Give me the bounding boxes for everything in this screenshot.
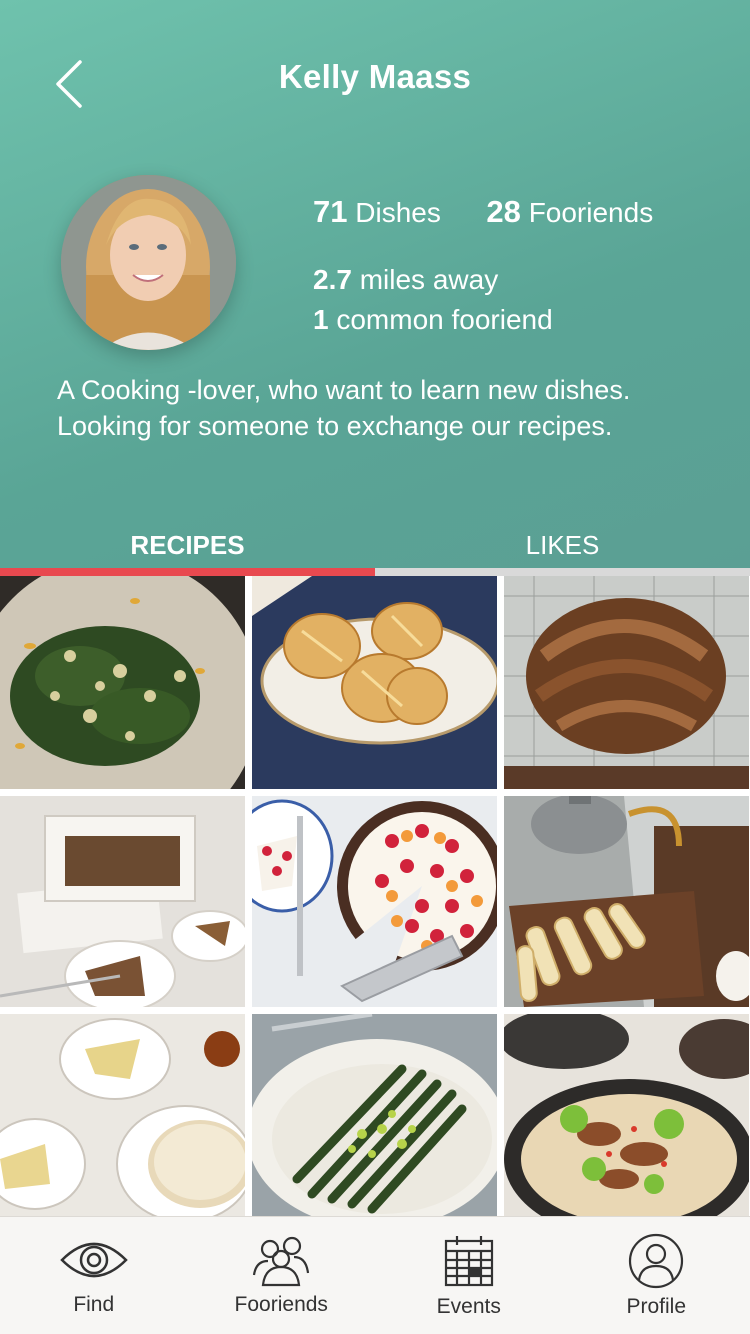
dishes-count: 71 <box>313 194 348 229</box>
recipe-tile-lemon-tart[interactable] <box>0 1014 245 1223</box>
fooriends-count: 28 <box>486 194 521 229</box>
eye-icon <box>59 1242 128 1278</box>
recipe-tile-berry-tart[interactable] <box>252 796 497 1007</box>
bio-line-1: A Cooking -lover, who want to learn new … <box>57 375 631 405</box>
nav-profile-label: Profile <box>626 1295 687 1318</box>
bio-line-2: Looking for someone to exchange our reci… <box>57 411 613 441</box>
tab-indicator <box>0 568 750 576</box>
calendar-icon <box>444 1236 493 1287</box>
tab-likes[interactable]: LIKES <box>375 524 750 568</box>
active-tab-bar <box>0 568 375 576</box>
recipe-tile-hasselback-potatoes[interactable] <box>252 576 497 789</box>
nav-events-label: Events <box>436 1295 501 1318</box>
recipe-tile-asparagus[interactable] <box>252 1014 497 1223</box>
recipe-tile-kale-salad[interactable] <box>0 576 245 789</box>
recipe-tile-wafer-cookies[interactable] <box>504 796 749 1007</box>
recipe-tile-babka[interactable] <box>504 576 749 789</box>
page-title: Kelly Maass <box>278 58 472 95</box>
distance-info: 2.7 miles away <box>313 264 498 296</box>
nav-find-label: Find <box>73 1293 115 1316</box>
recipe-tile-loaf-cake[interactable] <box>0 796 245 1007</box>
recipe-tile-mushroom-bowl[interactable] <box>504 1014 749 1223</box>
dishes-label: Dishes <box>355 197 441 228</box>
people-icon <box>253 1236 310 1287</box>
bottom-nav: Find Fooriends Events Profile <box>0 1216 750 1334</box>
nav-find[interactable]: Find <box>0 1217 188 1334</box>
nav-events[interactable]: Events <box>375 1217 563 1334</box>
distance-value: 2.7 <box>313 264 352 295</box>
nav-fooriends[interactable]: Fooriends <box>188 1217 376 1334</box>
fooriends-label: Fooriends <box>528 197 654 228</box>
common-fooriend-info: 1 common fooriend <box>313 304 553 336</box>
tab-recipes[interactable]: RECIPES <box>0 524 375 568</box>
avatar <box>61 175 236 350</box>
tab-bar: RECIPES LIKES <box>0 524 750 568</box>
profile-header: Kelly Maass 71 Dishes 28 Fooriends 2.7 m… <box>0 0 750 568</box>
common-value: 1 <box>313 304 329 335</box>
stats-row: 71 Dishes 28 Fooriends <box>313 194 653 230</box>
nav-profile[interactable]: Profile <box>563 1217 750 1334</box>
common-label: common fooriend <box>336 304 553 335</box>
distance-label: miles away <box>359 264 499 295</box>
user-icon <box>629 1233 684 1289</box>
bio: A Cooking -lover, who want to learn new … <box>57 372 717 444</box>
nav-fooriends-label: Fooriends <box>234 1293 328 1316</box>
recipe-grid <box>0 576 750 1223</box>
